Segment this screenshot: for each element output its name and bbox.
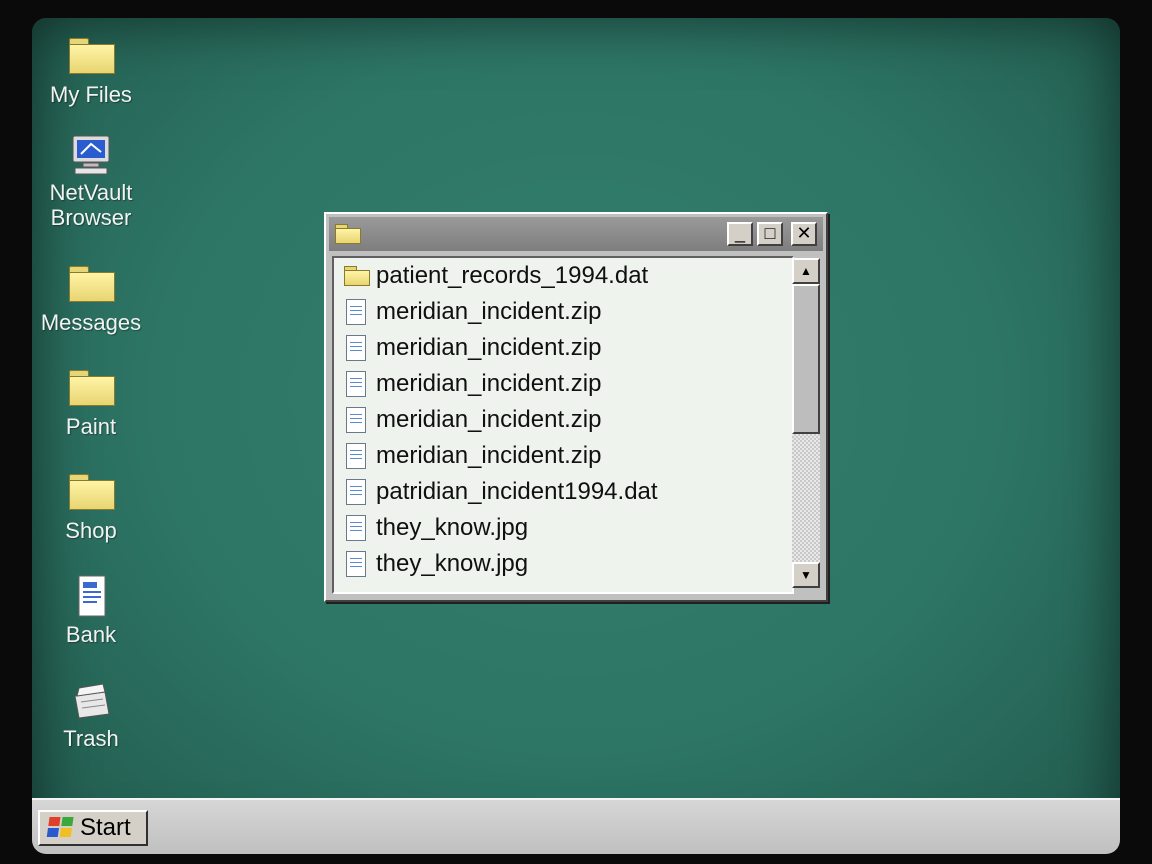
file-name: meridian_incident.zip bbox=[376, 370, 602, 397]
file-row[interactable]: meridian_incident.zip bbox=[334, 294, 792, 330]
file-row[interactable]: meridian_incident.zip bbox=[334, 402, 792, 438]
minimize-icon: _ bbox=[734, 223, 745, 243]
desktop-icon-label: Trash bbox=[63, 726, 119, 751]
desktop-icon-paint[interactable]: Paint bbox=[36, 366, 146, 439]
file-row[interactable]: patridian_incident1994.dat bbox=[334, 474, 792, 510]
desktop-screen: My Files NetVault Browser Messages Paint bbox=[32, 18, 1120, 854]
file-name: they_know.jpg bbox=[376, 514, 529, 541]
document-icon bbox=[344, 479, 368, 505]
folder-icon bbox=[65, 366, 117, 412]
desktop-icon-my-files[interactable]: My Files bbox=[36, 34, 146, 107]
network-computer-icon bbox=[65, 132, 117, 178]
file-name: patridian_incident1994.dat bbox=[376, 478, 658, 505]
desktop-icon-label: My Files bbox=[50, 82, 132, 107]
file-list: patient_records_1994.dat meridian_incide… bbox=[332, 256, 794, 594]
minimize-button[interactable]: _ bbox=[727, 222, 753, 246]
maximize-button[interactable]: □ bbox=[757, 222, 783, 246]
folder-icon bbox=[335, 224, 363, 246]
document-icon bbox=[344, 551, 368, 577]
desktop-icon-label: Shop bbox=[65, 518, 117, 543]
document-icon bbox=[65, 574, 117, 620]
taskbar: Start bbox=[32, 798, 1120, 854]
folder-icon bbox=[65, 34, 117, 80]
maximize-icon: □ bbox=[764, 223, 776, 243]
file-name: meridian_incident.zip bbox=[376, 406, 602, 433]
desktop-icon-label: Bank bbox=[65, 622, 117, 647]
file-row[interactable]: meridian_incident.zip bbox=[334, 438, 792, 474]
vertical-scrollbar[interactable]: ▲ ▼ bbox=[792, 258, 820, 588]
file-name: they_know.jpg bbox=[376, 550, 529, 577]
document-icon bbox=[344, 443, 368, 469]
document-icon bbox=[344, 371, 368, 397]
file-name: meridian_incident.zip bbox=[376, 298, 602, 325]
scroll-up-button[interactable]: ▲ bbox=[792, 258, 820, 284]
folder-icon bbox=[344, 263, 370, 289]
desktop-icon-trash[interactable]: Trash bbox=[36, 678, 146, 751]
desktop-icon-label: Paint bbox=[65, 414, 117, 439]
file-name: patient_records_1994.dat bbox=[376, 262, 649, 289]
file-row[interactable]: they_know.jpg bbox=[334, 510, 792, 546]
desktop-icon-netvault-browser[interactable]: NetVault Browser bbox=[36, 132, 146, 230]
scroll-down-button[interactable]: ▼ bbox=[792, 562, 820, 588]
arrow-down-icon: ▼ bbox=[800, 568, 812, 582]
file-row[interactable]: they_know.jpg bbox=[334, 546, 792, 582]
scrollbar-thumb[interactable] bbox=[792, 284, 820, 434]
start-button[interactable]: Start bbox=[38, 810, 148, 846]
desktop-icon-label: Messages bbox=[40, 310, 142, 335]
desktop-icon-shop[interactable]: Shop bbox=[36, 470, 146, 543]
document-icon bbox=[344, 299, 368, 325]
arrow-up-icon: ▲ bbox=[800, 264, 812, 278]
file-explorer-window: _ □ ✕ patient_records_1994.dat meridian_… bbox=[324, 212, 828, 602]
document-icon bbox=[344, 515, 368, 541]
folder-icon bbox=[65, 262, 117, 308]
file-name: meridian_incident.zip bbox=[376, 442, 602, 469]
start-label: Start bbox=[80, 814, 131, 841]
desktop-icon-messages[interactable]: Messages bbox=[36, 262, 146, 335]
document-icon bbox=[344, 335, 368, 361]
file-row[interactable]: patient_records_1994.dat bbox=[334, 258, 792, 294]
desktop-icon-label: NetVault Browser bbox=[49, 180, 133, 230]
folder-icon bbox=[65, 470, 117, 516]
window-titlebar[interactable]: _ □ ✕ bbox=[329, 217, 823, 251]
document-icon bbox=[344, 407, 368, 433]
desktop-icon-bank[interactable]: Bank bbox=[36, 574, 146, 647]
file-row[interactable]: meridian_incident.zip bbox=[334, 366, 792, 402]
file-name: meridian_incident.zip bbox=[376, 334, 602, 361]
close-button[interactable]: ✕ bbox=[791, 222, 817, 246]
recycle-bin-icon bbox=[65, 678, 117, 724]
close-icon: ✕ bbox=[796, 223, 812, 243]
windows-logo-icon bbox=[46, 817, 75, 839]
file-row[interactable]: meridian_incident.zip bbox=[334, 330, 792, 366]
